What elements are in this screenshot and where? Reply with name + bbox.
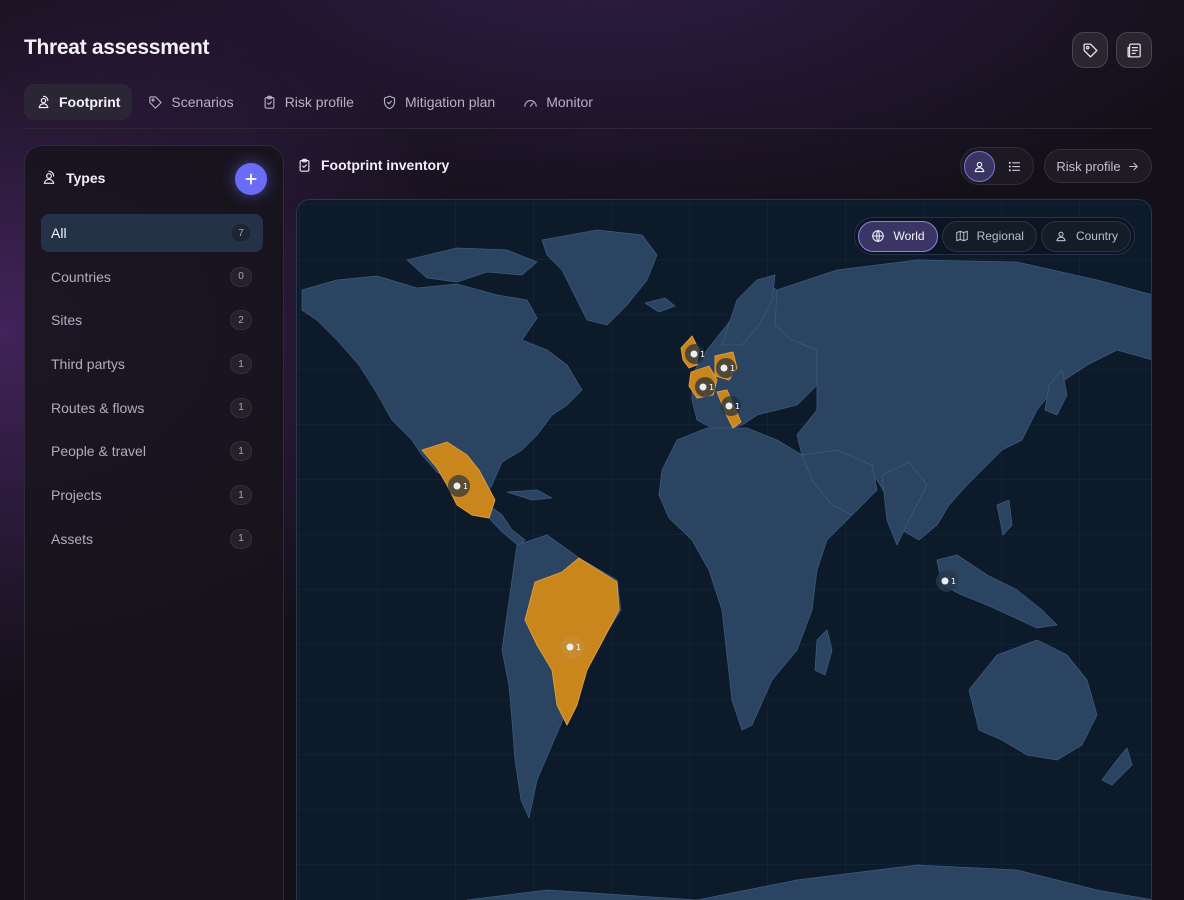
sidebar-header: Types xyxy=(41,170,105,186)
type-count: 1 xyxy=(230,528,252,549)
type-label: Routes & flows xyxy=(51,399,145,416)
type-item-sites[interactable]: Sites 2 xyxy=(41,301,263,339)
type-item-routes-flows[interactable]: Routes & flows 1 xyxy=(41,389,263,427)
type-count: 2 xyxy=(230,310,252,331)
scale-regional-button[interactable]: Regional xyxy=(941,220,1037,252)
scale-label: Regional xyxy=(976,229,1024,243)
tab-divider xyxy=(24,128,1152,129)
type-label: All xyxy=(51,225,67,241)
marker-italy[interactable]: 1 xyxy=(721,396,741,416)
type-list: All 7 Countries 0 Sites 2 Third partys 1… xyxy=(41,214,263,564)
marker-mexico[interactable]: 1 xyxy=(448,475,470,497)
list-view-button[interactable] xyxy=(999,151,1030,182)
arrow-right-icon xyxy=(1128,162,1138,170)
map-scale-selector: World Regional Country xyxy=(854,217,1135,255)
page-title: Threat assessment xyxy=(24,36,210,59)
user-pin-icon xyxy=(38,95,49,108)
tab-footprint[interactable]: Footprint xyxy=(24,84,133,120)
tab-label: Footprint xyxy=(59,94,121,110)
type-label: Assets xyxy=(51,530,94,547)
map-icon xyxy=(955,230,968,242)
scale-world-button[interactable]: World xyxy=(858,220,938,252)
world-map[interactable]: 1 1 1 1 1 1 1 World Regional Country xyxy=(296,199,1152,900)
type-count: 1 xyxy=(230,485,252,506)
tab-label: Risk profile xyxy=(284,94,354,110)
map-view-button[interactable] xyxy=(964,150,995,182)
news-button[interactable] xyxy=(1116,32,1152,68)
map-canvas: 1 1 1 1 1 1 1 xyxy=(297,200,1151,900)
tab-label: Monitor xyxy=(546,94,593,110)
type-count: 1 xyxy=(230,354,252,375)
shield-icon xyxy=(383,95,395,109)
marker-count: 1 xyxy=(735,402,740,411)
clipboard-icon xyxy=(299,158,310,172)
marker-france[interactable]: 1 xyxy=(695,377,715,397)
plus-icon xyxy=(245,173,257,185)
globe-icon xyxy=(872,230,885,242)
scale-label: Country xyxy=(1075,229,1118,243)
marker-count: 1 xyxy=(463,482,468,491)
tab-bar: Footprint Scenarios Risk profile Mitigat… xyxy=(24,84,605,120)
type-item-projects[interactable]: Projects 1 xyxy=(41,476,263,514)
type-count: 1 xyxy=(230,441,252,462)
marker-germany[interactable]: 1 xyxy=(716,358,736,378)
tab-scenarios[interactable]: Scenarios xyxy=(136,84,245,120)
type-item-assets[interactable]: Assets 1 xyxy=(41,520,263,558)
type-count: 1 xyxy=(230,397,252,418)
risk-profile-label: Risk profile xyxy=(1056,158,1121,174)
marker-malaysia[interactable]: 1 xyxy=(936,570,958,592)
user-pin-icon xyxy=(43,170,55,184)
tab-mitigation-plan[interactable]: Mitigation plan xyxy=(370,84,507,120)
type-label: Third partys xyxy=(51,356,125,373)
add-type-button[interactable] xyxy=(235,163,267,195)
type-label: Sites xyxy=(51,312,83,329)
map-pin-person-icon xyxy=(974,161,985,172)
marker-count: 1 xyxy=(951,577,956,586)
scale-country-button[interactable]: Country xyxy=(1040,220,1131,252)
type-count: 0 xyxy=(230,266,252,287)
tab-risk-profile[interactable]: Risk profile xyxy=(250,84,366,120)
type-item-countries[interactable]: Countries 0 xyxy=(41,258,263,296)
sidebar-title: Types xyxy=(66,170,106,186)
type-item-third-parties[interactable]: Third partys 1 xyxy=(41,345,263,383)
gauge-icon xyxy=(524,99,537,107)
type-item-all[interactable]: All 7 xyxy=(41,214,263,252)
tag-icon xyxy=(1082,42,1098,58)
types-sidebar: Types All 7 Countries 0 Sites 2 Third pa… xyxy=(24,145,284,900)
marker-brazil[interactable]: 1 xyxy=(560,635,584,659)
tag-button[interactable] xyxy=(1072,32,1108,68)
tab-label: Mitigation plan xyxy=(404,94,496,110)
user-pin-icon xyxy=(1056,231,1066,242)
type-count: 7 xyxy=(230,223,252,243)
inventory-header: Footprint inventory xyxy=(297,157,449,173)
risk-profile-button[interactable]: Risk profile xyxy=(1044,149,1152,183)
list-icon xyxy=(1008,161,1021,171)
clipboard-icon xyxy=(264,95,275,109)
inventory-title: Footprint inventory xyxy=(321,157,450,173)
tag-icon xyxy=(149,95,163,109)
marker-count: 1 xyxy=(730,364,735,373)
type-label: People & travel xyxy=(51,443,146,460)
marker-count: 1 xyxy=(576,643,581,652)
type-item-people-travel[interactable]: People & travel 1 xyxy=(41,432,263,470)
marker-count: 1 xyxy=(700,350,705,359)
tab-label: Scenarios xyxy=(171,94,234,110)
view-toggle xyxy=(960,147,1034,185)
type-label: Countries xyxy=(51,268,111,285)
tab-monitor[interactable]: Monitor xyxy=(511,84,605,120)
scale-label: World xyxy=(893,229,925,243)
marker-count: 1 xyxy=(709,383,714,392)
type-label: Projects xyxy=(51,487,102,504)
marker-united-kingdom[interactable]: 1 xyxy=(685,344,705,364)
newspaper-icon xyxy=(1126,42,1141,58)
